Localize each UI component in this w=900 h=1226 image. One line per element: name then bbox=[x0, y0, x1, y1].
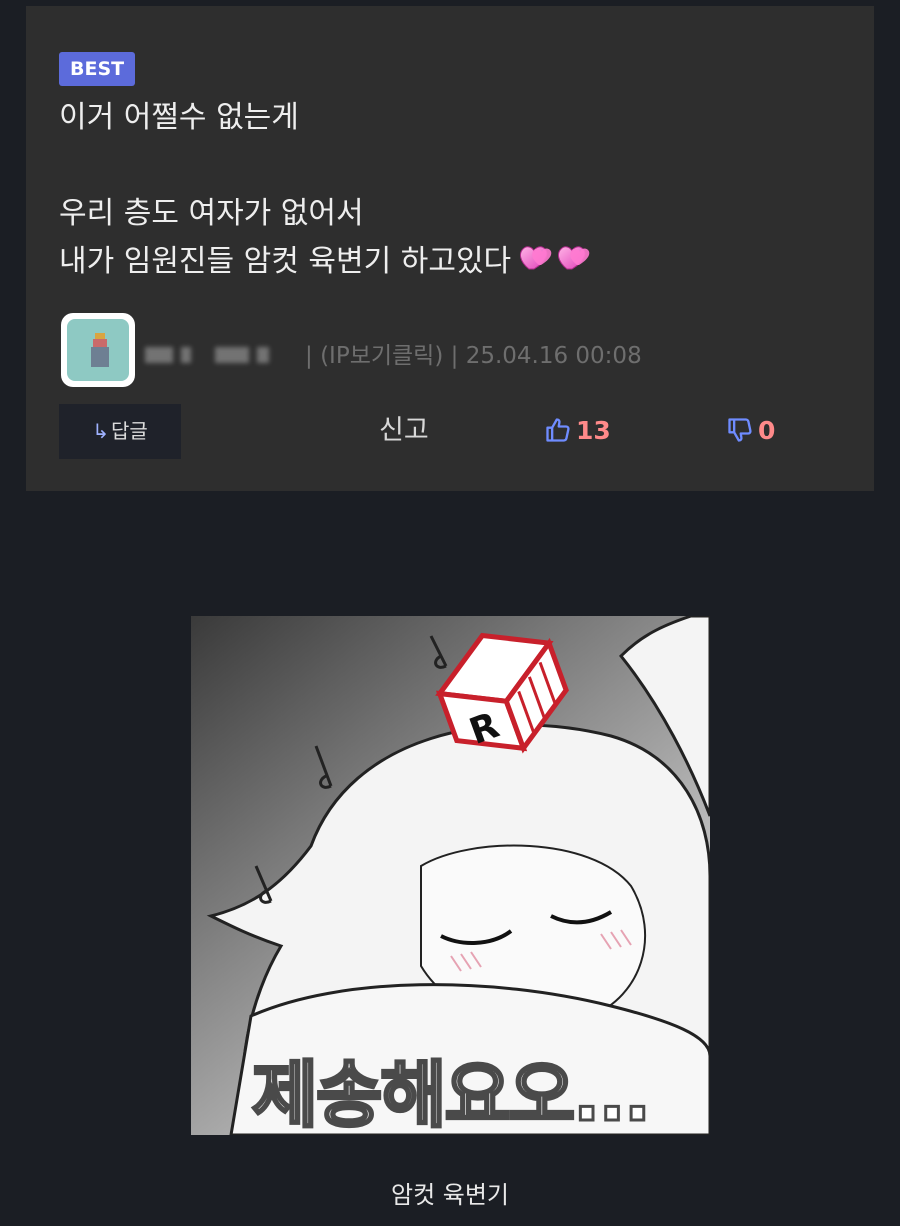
report-button[interactable]: 신고 bbox=[379, 411, 429, 451]
comment-line-last: 내가 임원진들 암컷 육변기 하고있다 bbox=[59, 238, 839, 286]
comment-timestamp: 25.04.16 00:08 bbox=[465, 343, 642, 369]
meta-separator: | bbox=[305, 343, 313, 369]
meta-separator: | bbox=[450, 343, 459, 369]
thumbs-down-icon bbox=[726, 416, 754, 456]
comment-line-text: 내가 임원진들 암컷 육변기 하고있다 bbox=[59, 244, 512, 279]
blur-block bbox=[145, 347, 173, 363]
meta-info: | (IP보기클릭) | 25.04.16 00:08 bbox=[305, 341, 642, 371]
dislike-button[interactable]: 0 bbox=[726, 411, 775, 451]
comment-line-empty bbox=[59, 142, 839, 190]
meme-overlay-text: 제송해요오... bbox=[250, 1052, 652, 1136]
image-caption: 암컷 육변기 bbox=[390, 1181, 510, 1209]
blur-block bbox=[181, 347, 191, 363]
page: BEST 이거 어쩔수 없는게 우리 층도 여자가 없어서 내가 임원진들 암컷… bbox=[0, 0, 900, 1226]
reply-arrow-icon: ↳ bbox=[92, 419, 109, 443]
two-hearts-icon bbox=[517, 239, 597, 288]
like-count: 13 bbox=[576, 416, 611, 445]
comment-body: 이거 어쩔수 없는게 우리 층도 여자가 없어서 내가 임원진들 암컷 육변기 … bbox=[59, 94, 839, 286]
avatar-figure-icon bbox=[91, 333, 109, 367]
dislike-count: 0 bbox=[758, 416, 776, 445]
avatar-background bbox=[67, 319, 129, 381]
reply-button[interactable]: ↳ 답글 bbox=[59, 404, 181, 459]
reply-label: 답글 bbox=[110, 419, 148, 443]
like-button[interactable]: 13 bbox=[544, 411, 611, 451]
comment-meta: | (IP보기클릭) | 25.04.16 00:08 bbox=[59, 311, 839, 389]
blur-block bbox=[215, 347, 249, 363]
best-comment-card: BEST 이거 어쩔수 없는게 우리 층도 여자가 없어서 내가 임원진들 암컷… bbox=[26, 6, 874, 491]
blur-block bbox=[257, 347, 269, 363]
best-badge: BEST bbox=[59, 52, 136, 86]
avatar[interactable] bbox=[61, 313, 135, 387]
ip-view-link[interactable]: (IP보기클릭) bbox=[320, 343, 443, 369]
thumbs-up-icon bbox=[544, 416, 572, 456]
nickname-blurred bbox=[145, 341, 295, 369]
comment-line: 이거 어쩔수 없는게 bbox=[59, 100, 299, 135]
meme-image: R 제송해요오... bbox=[191, 616, 710, 1135]
comment-line: 우리 층도 여자가 없어서 bbox=[59, 196, 364, 231]
